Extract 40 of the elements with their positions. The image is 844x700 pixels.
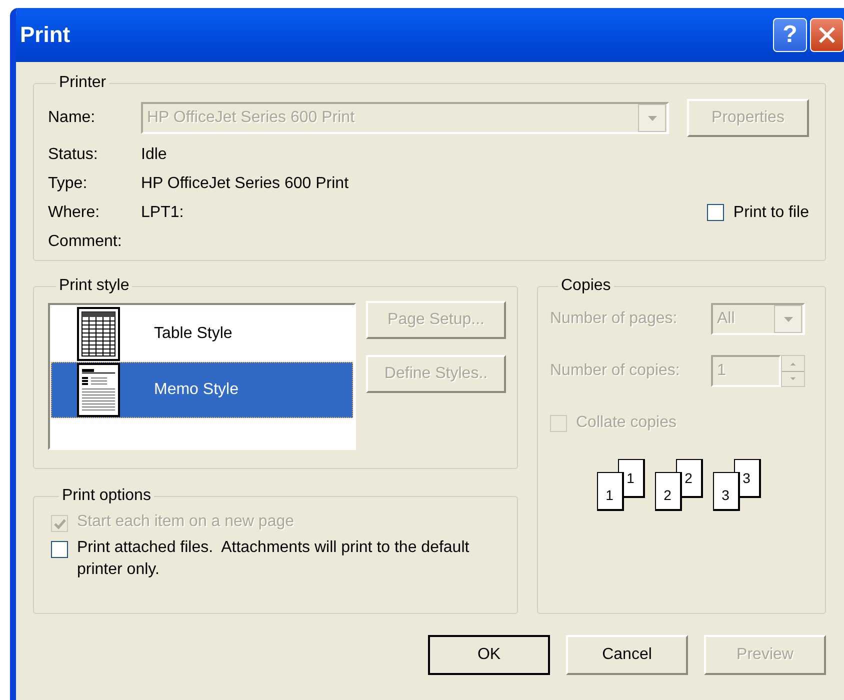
dialog-button[interactable]: Cancel: [566, 635, 688, 675]
close-button[interactable]: [810, 18, 844, 52]
field-value: Idle: [141, 146, 167, 164]
help-button[interactable]: ?: [773, 18, 807, 52]
group-label: Copies: [560, 277, 612, 295]
field-value: 1: [717, 362, 726, 380]
page-sheet: 3: [712, 472, 740, 511]
field-label: Status:: [48, 146, 99, 164]
field-value: LPT1:: [141, 204, 184, 222]
window-title: Print: [20, 22, 70, 48]
dialog-button[interactable]: OK: [428, 635, 550, 675]
checkbox[interactable]: [707, 204, 724, 221]
field-label: Name:: [48, 109, 96, 127]
group-label: Print style: [58, 277, 130, 295]
field-value: HP OfficeJet Series 600 Print: [141, 174, 349, 192]
checkbox-label: Start each item on a new page: [77, 512, 296, 532]
page-sheet: 2: [654, 472, 682, 511]
style-list-item[interactable]: Memo Style: [51, 362, 353, 418]
memo-style-icon: [77, 363, 120, 417]
field-label: Comment:: [48, 232, 123, 250]
field-label: Type:: [48, 174, 88, 192]
field-label: Where:: [48, 204, 101, 222]
field-value: All: [717, 310, 735, 328]
group-label: Printer: [58, 74, 108, 92]
field-label: Number of copies:: [550, 362, 681, 380]
caret-icon: [648, 116, 656, 120]
style-list-item[interactable]: Table Style: [51, 306, 353, 362]
checkbox-label: Collate copies: [576, 414, 676, 432]
checkbox-label: Print to file: [733, 204, 809, 222]
page-sheet: 1: [596, 472, 624, 511]
checkbox-label: Print attached files. Attachments will print to the default printer only.: [77, 538, 470, 580]
checkbox[interactable]: [51, 541, 68, 558]
table-style-icon: [77, 307, 120, 361]
group-label: Print options: [61, 487, 152, 505]
close-icon: [818, 26, 836, 44]
caret-icon: [784, 316, 792, 322]
dropdown-value: HP OfficeJet Series 600 Print: [147, 109, 355, 127]
checkmark-icon: [54, 518, 66, 530]
spinner-buttons[interactable]: [781, 355, 805, 387]
field-label: Number of pages:: [550, 310, 678, 328]
